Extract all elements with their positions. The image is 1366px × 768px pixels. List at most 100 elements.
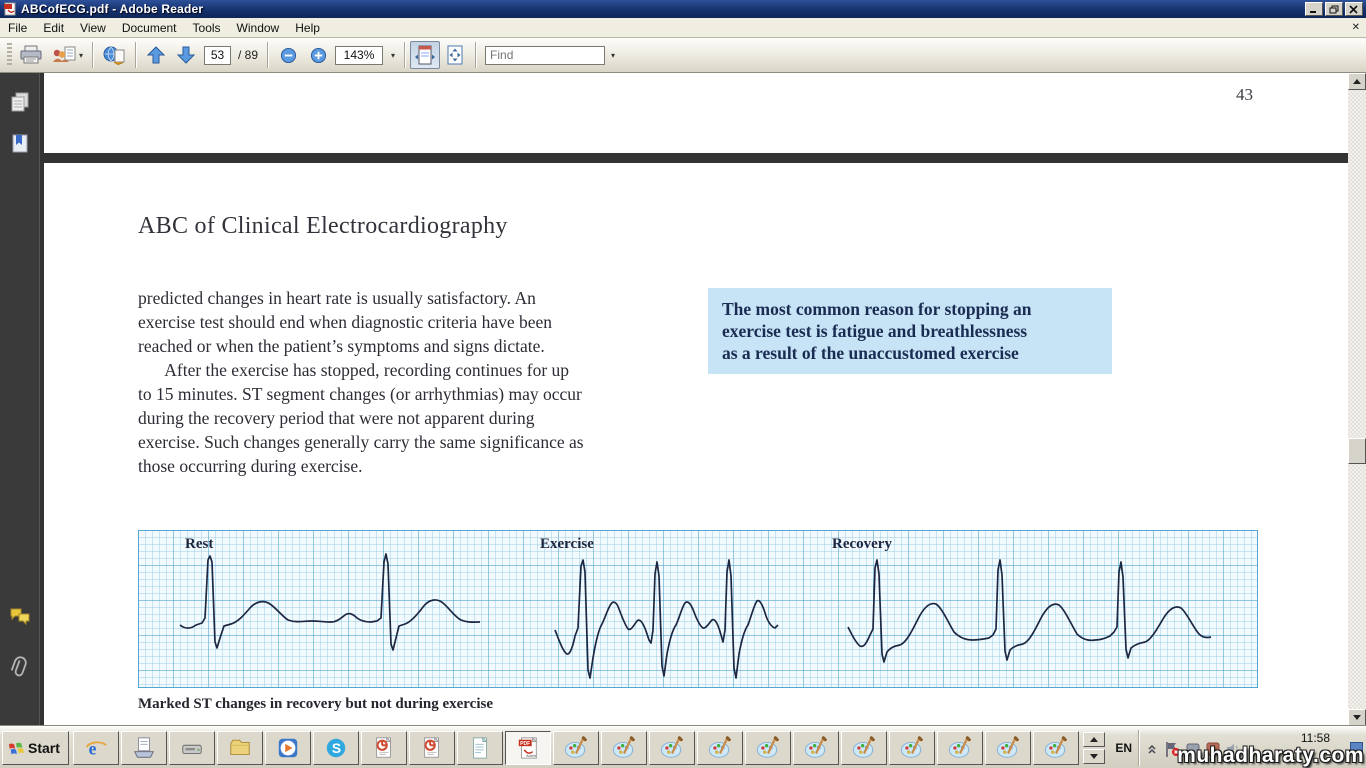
scroll-down-button[interactable]	[1348, 709, 1366, 726]
taskbar-button-paint-image-8[interactable]	[889, 731, 935, 765]
fit-page-button[interactable]	[440, 41, 470, 69]
attachments-panel-button[interactable]	[9, 656, 31, 678]
taskbar-button-paint-image-1[interactable]	[553, 731, 599, 765]
zoom-dropdown-button[interactable]: ▾	[385, 41, 399, 69]
taskbar-button-skype[interactable]: S	[313, 731, 359, 765]
paint-icon	[1043, 736, 1069, 760]
ecg-label-rest: Rest	[185, 536, 213, 553]
language-indicator[interactable]: EN	[1109, 741, 1138, 755]
menu-item-file[interactable]: File	[0, 19, 35, 37]
ecg-label-recovery: Recovery	[832, 536, 892, 553]
taskbar-button-print-document[interactable]	[121, 731, 167, 765]
menu-item-edit[interactable]: Edit	[35, 19, 72, 37]
taskbar-button-internet-explorer[interactable]: e	[73, 731, 119, 765]
taskbar-button-paint-image-11[interactable]	[1033, 731, 1079, 765]
pdf-icon: PDF Adobe	[516, 736, 540, 760]
toolbar-separator	[135, 42, 136, 68]
paint-icon	[563, 736, 589, 760]
zoom-dropdown-caret: ▾	[391, 51, 395, 60]
start-label: Start	[28, 740, 60, 756]
scrolling-mode-button[interactable]	[410, 41, 440, 69]
taskbar-button-paint-image-7[interactable]	[841, 731, 887, 765]
zoom-in-button[interactable]	[303, 41, 333, 69]
taskbar-button-text-document[interactable]	[457, 731, 503, 765]
bookmarks-icon	[9, 133, 31, 155]
next-page-button[interactable]	[171, 41, 201, 69]
vertical-scrollbar[interactable]	[1348, 73, 1366, 726]
share-dropdown-caret[interactable]: ▾	[79, 51, 83, 60]
close-button[interactable]	[1345, 2, 1363, 16]
menu-item-window[interactable]: Window	[229, 19, 288, 37]
menu-item-help[interactable]: Help	[287, 19, 328, 37]
paint-icon	[995, 736, 1021, 760]
wmp-icon	[276, 736, 300, 760]
menu-item-document[interactable]: Document	[114, 19, 185, 37]
taskbar-button-paint-image-9[interactable]	[937, 731, 983, 765]
restore-button[interactable]	[1325, 2, 1343, 16]
window-title: ABCofECG.pdf - Adobe Reader	[21, 2, 1303, 16]
paint-icon	[659, 736, 685, 760]
menu-item-view[interactable]: View	[72, 19, 114, 37]
scrollbar-thumb[interactable]	[1348, 438, 1366, 464]
taskbar-button-media-player[interactable]	[265, 731, 311, 765]
comments-panel-button[interactable]	[9, 606, 31, 628]
pages-panel-button[interactable]	[9, 91, 31, 113]
title-bar: ABCofECG.pdf - Adobe Reader	[0, 0, 1366, 18]
bookmarks-panel-button[interactable]	[9, 133, 31, 155]
ie-icon: e	[84, 736, 108, 760]
menu-items: FileEditViewDocumentToolsWindowHelp	[0, 21, 328, 35]
zoom-level-input[interactable]: 143%	[335, 46, 383, 65]
notepad-icon	[468, 736, 492, 760]
taskbar-button-paint-image-2[interactable]	[601, 731, 647, 765]
taskbar-button-folder-window[interactable]	[217, 731, 263, 765]
start-button[interactable]: Start	[2, 731, 69, 765]
menu-bar: FileEditViewDocumentToolsWindowHelp ✕	[0, 18, 1366, 38]
system-tray: 11:58 muhadharaty.com	[1138, 730, 1364, 766]
taskbar-button-removable-drive[interactable]	[169, 731, 215, 765]
menu-item-tools[interactable]: Tools	[185, 19, 229, 37]
svg-text:S: S	[332, 740, 341, 756]
comments-icon	[9, 606, 33, 628]
hide-icons-chevron[interactable]	[1145, 740, 1159, 756]
paint-icon	[851, 736, 877, 760]
paperclip-icon	[9, 656, 31, 680]
toolbar-separator	[92, 42, 93, 68]
taskbar-button-paint-image-5[interactable]	[745, 731, 791, 765]
toolbar: ▾ 53 / 89	[0, 38, 1366, 73]
down-triangle-icon	[1090, 754, 1098, 759]
email-share-button[interactable]: ▾	[47, 41, 87, 69]
find-input[interactable]	[485, 46, 605, 65]
printed-page-number: 43	[1236, 85, 1253, 105]
taskbar-button-paint-image-4[interactable]	[697, 731, 743, 765]
document-close-icon[interactable]: ✕	[1352, 22, 1360, 33]
previous-page-button[interactable]	[141, 41, 171, 69]
document-page[interactable]: 43 ABC of Clinical Electrocardiography p…	[40, 73, 1348, 726]
toolbar-separator	[475, 42, 476, 68]
svg-text:PDF: PDF	[520, 741, 530, 747]
collaborate-button[interactable]	[98, 41, 130, 69]
zoom-out-button[interactable]	[273, 41, 303, 69]
minimize-icon	[1309, 5, 1319, 14]
taskbar-button-adobe-reader-document[interactable]: PDF Adobe	[505, 731, 551, 765]
taskbar-button-paint-image-10[interactable]	[985, 731, 1031, 765]
print-button[interactable]	[15, 41, 47, 69]
taskbar-button-powerpoint-document[interactable]	[361, 731, 407, 765]
ecg-grid-and-trace	[138, 530, 1258, 688]
find-dropdown-button[interactable]: ▾	[605, 41, 619, 69]
main-area: 43 ABC of Clinical Electrocardiography p…	[0, 73, 1366, 726]
svg-text:Adobe: Adobe	[526, 753, 536, 757]
paint-icon	[755, 736, 781, 760]
taskbar-scroll-up-button[interactable]	[1083, 732, 1105, 747]
taskbar: Start e S PDF Adobe EN	[0, 726, 1366, 768]
taskbar-button-paint-image-3[interactable]	[649, 731, 695, 765]
taskbar-button-paint-image-6[interactable]	[793, 731, 839, 765]
taskbar-button-powerpoint-document-2[interactable]	[409, 731, 455, 765]
chapter-heading: ABC of Clinical Electrocardiography	[138, 213, 508, 240]
page-number-input[interactable]: 53	[204, 46, 231, 65]
taskbar-scroll-down-button[interactable]	[1083, 749, 1105, 764]
scroll-up-button[interactable]	[1348, 73, 1366, 90]
up-triangle-icon	[1090, 737, 1098, 742]
ppt-icon	[372, 736, 396, 760]
skype-icon: S	[324, 736, 348, 760]
minimize-button[interactable]	[1305, 2, 1323, 16]
